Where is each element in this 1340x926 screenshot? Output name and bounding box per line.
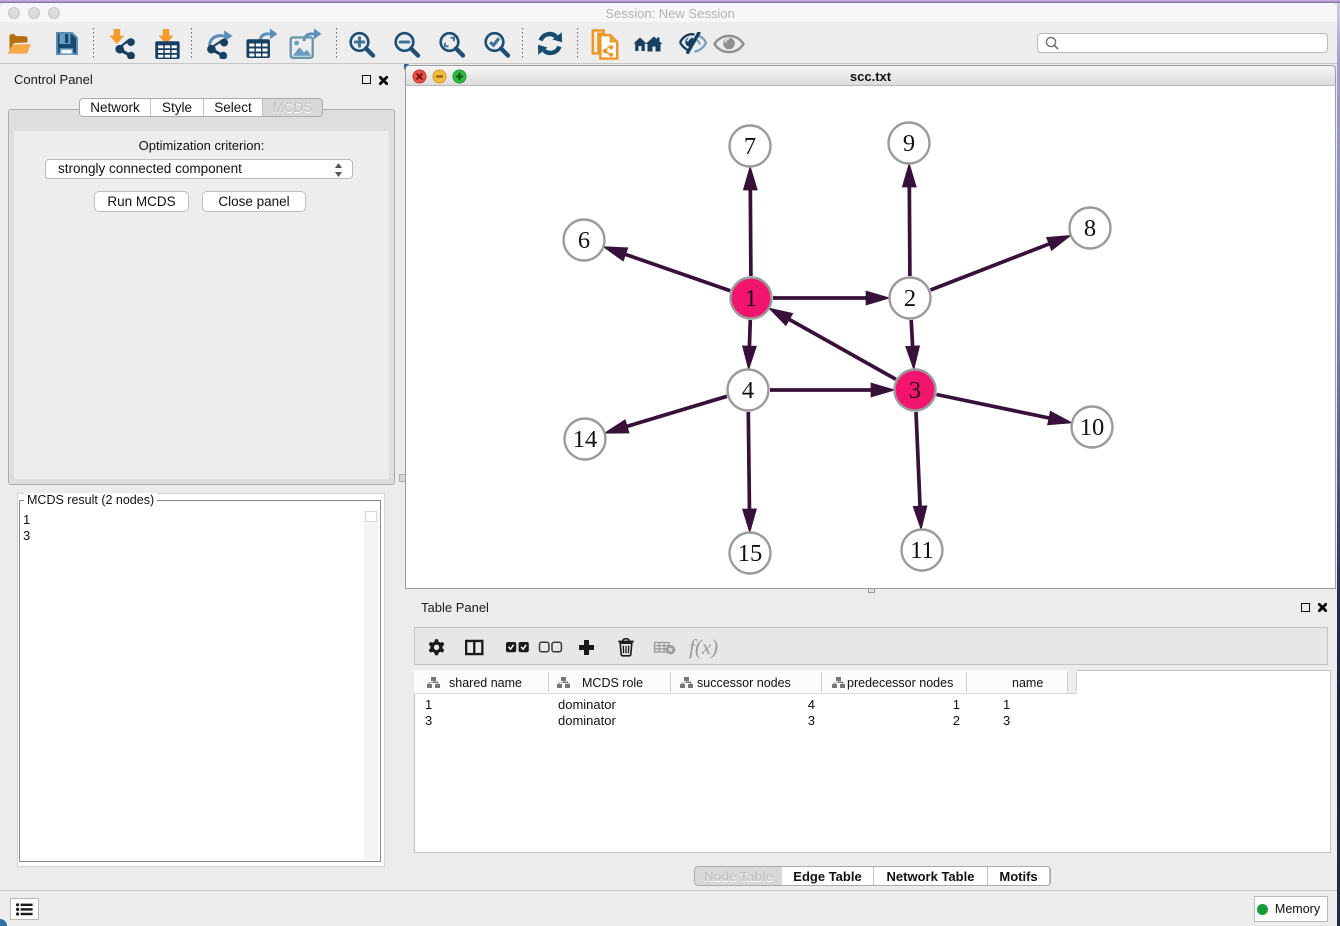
svg-text:7: 7 [744, 133, 756, 160]
svg-text:10: 10 [1080, 414, 1105, 441]
svg-text:1: 1 [745, 285, 757, 312]
svg-text:f(x): f(x) [689, 637, 718, 659]
svg-text:3: 3 [909, 377, 921, 404]
svg-text:14: 14 [573, 426, 598, 453]
svg-text:8: 8 [1084, 215, 1096, 242]
svg-text:4: 4 [742, 377, 754, 404]
svg-text:2: 2 [904, 285, 916, 312]
svg-text:11: 11 [910, 537, 934, 564]
svg-text:15: 15 [738, 540, 763, 567]
svg-text:6: 6 [578, 227, 590, 254]
svg-text:9: 9 [903, 130, 915, 157]
